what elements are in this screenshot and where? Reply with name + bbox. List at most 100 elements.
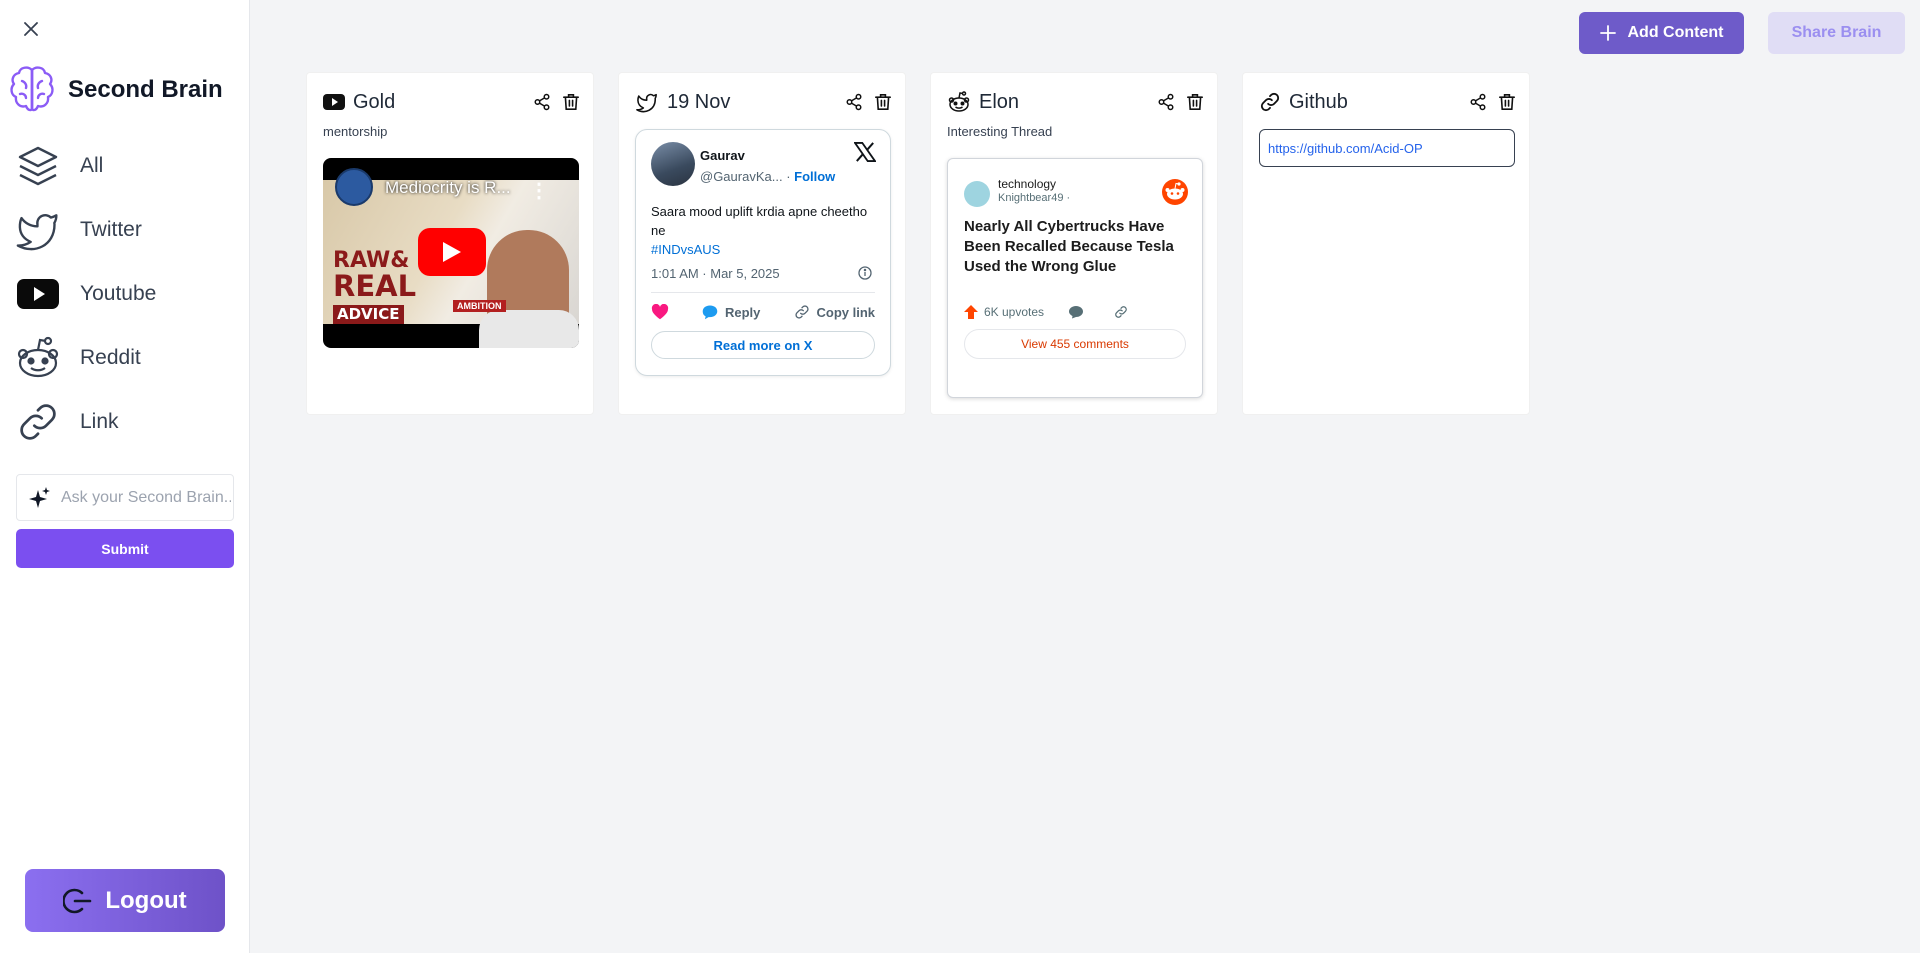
more-options-icon[interactable]: ⋮ xyxy=(529,178,549,203)
sidebar-item-twitter[interactable]: Twitter xyxy=(14,198,234,262)
card-actions xyxy=(1157,93,1203,111)
view-comments-button[interactable]: View 455 comments xyxy=(964,329,1186,359)
avatar[interactable] xyxy=(651,142,695,186)
link-icon xyxy=(14,398,62,446)
card-header: Elon xyxy=(947,87,1203,117)
sidebar-item-label: All xyxy=(80,154,104,177)
read-more-button[interactable]: Read more on X xyxy=(651,331,875,359)
post-stats: 6K upvotes xyxy=(964,305,1128,319)
reply-button[interactable]: Reply xyxy=(701,304,760,320)
share-icon[interactable] xyxy=(845,93,863,111)
heart-icon xyxy=(651,304,669,320)
content-card-youtube: Gold mentorship RAW& REAL ADVICE AMBITIO… xyxy=(306,72,594,415)
hashtag-link[interactable]: #INDvsAUS xyxy=(651,242,720,257)
ask-brain-input[interactable] xyxy=(61,488,231,507)
link-icon[interactable] xyxy=(1114,305,1128,319)
twitter-icon xyxy=(636,93,657,113)
reply-icon xyxy=(702,305,718,320)
sidebar-item-reddit[interactable]: Reddit xyxy=(14,326,234,390)
like-button[interactable] xyxy=(651,304,669,320)
follow-link[interactable]: Follow xyxy=(794,169,835,184)
card-subtitle: mentorship xyxy=(323,124,388,139)
upvote-icon xyxy=(964,305,978,319)
reddit-embed: technology Knightbear49 · Nearly All Cyb… xyxy=(947,158,1203,398)
add-content-label: Add Content xyxy=(1627,24,1724,41)
card-title: Gold xyxy=(353,90,396,113)
card-actions xyxy=(1469,93,1515,111)
x-logo-icon[interactable] xyxy=(853,142,877,167)
brand: Second Brain xyxy=(8,64,223,116)
content-card-reddit: Elon Interesting Thread technology Knigh… xyxy=(930,72,1218,415)
card-actions xyxy=(845,93,891,111)
close-icon xyxy=(24,22,38,36)
trash-icon[interactable] xyxy=(875,93,891,111)
card-title: Elon xyxy=(979,90,1020,113)
submit-button[interactable]: Submit xyxy=(16,529,234,568)
close-sidebar-button[interactable] xyxy=(20,18,42,40)
tweet-actions: Reply Copy link xyxy=(651,304,875,320)
comment-icon[interactable] xyxy=(1068,305,1084,319)
card-actions xyxy=(533,93,579,111)
sidebar-item-youtube[interactable]: Youtube xyxy=(14,262,234,326)
link-url[interactable]: https://github.com/Acid-OP xyxy=(1259,129,1515,167)
sidebar-item-label: Twitter xyxy=(80,218,142,241)
tweet-author-name[interactable]: Gaurav xyxy=(700,148,745,163)
brain-icon xyxy=(10,66,54,112)
add-content-button[interactable]: Add Content xyxy=(1579,12,1744,54)
play-button[interactable] xyxy=(418,228,486,276)
card-header: Github xyxy=(1259,87,1515,117)
subreddit-avatar[interactable] xyxy=(964,181,990,207)
post-author[interactable]: Knightbear49 · xyxy=(998,192,1070,204)
trash-icon[interactable] xyxy=(563,93,579,111)
sidebar-item-label: Youtube xyxy=(80,282,157,305)
card-header: 19 Nov xyxy=(635,87,891,117)
card-title: 19 Nov xyxy=(667,90,731,113)
play-icon xyxy=(443,242,461,262)
content-card-link: Github https://github.com/Acid-OP xyxy=(1242,72,1530,415)
share-icon[interactable] xyxy=(1157,93,1175,111)
ask-brain-field xyxy=(16,474,234,521)
youtube-icon xyxy=(323,94,345,110)
card-title: Github xyxy=(1289,90,1348,113)
logout-button[interactable]: Logout xyxy=(25,869,225,932)
card-subtitle: Interesting Thread xyxy=(947,124,1053,139)
upvote-count: 6K upvotes xyxy=(984,305,1045,319)
tweet-timestamp[interactable]: 1:01 AM · Mar 5, 2025 xyxy=(651,266,780,281)
sidebar-item-link[interactable]: Link xyxy=(14,390,234,454)
video-title[interactable]: Mediocrity is R... xyxy=(385,178,511,198)
trash-icon[interactable] xyxy=(1187,93,1203,111)
link-icon xyxy=(1260,92,1280,112)
card-header: Gold xyxy=(323,87,579,117)
share-brain-button[interactable]: Share Brain xyxy=(1768,12,1905,54)
sidebar-item-label: Link xyxy=(80,410,119,433)
tweet-author-handle: @GauravKa... · Follow xyxy=(700,169,836,184)
plus-icon xyxy=(1599,25,1616,41)
channel-avatar[interactable] xyxy=(335,168,373,206)
logout-icon xyxy=(63,888,92,913)
link-icon xyxy=(795,305,810,319)
twitter-icon xyxy=(14,206,62,254)
reddit-icon xyxy=(948,91,970,112)
copy-link-button[interactable]: Copy link xyxy=(794,304,875,320)
sidebar-item-all[interactable]: All xyxy=(14,134,234,198)
reddit-icon xyxy=(14,334,62,382)
youtube-embed[interactable]: RAW& REAL ADVICE AMBITION Mediocrity is … xyxy=(323,158,579,348)
share-icon[interactable] xyxy=(533,93,551,111)
logout-label: Logout xyxy=(105,886,187,914)
share-icon[interactable] xyxy=(1469,93,1487,111)
thumbnail-badge: AMBITION xyxy=(453,300,506,312)
tweet-text: Saara mood uplift krdia apne cheetho ne … xyxy=(651,204,868,257)
reddit-logo-icon[interactable] xyxy=(1162,179,1188,210)
brand-title: Second Brain xyxy=(68,76,223,103)
content-card-twitter: 19 Nov Gaurav @GauravKa... · Follow Saar… xyxy=(618,72,906,415)
thumbnail-text: RAW& REAL ADVICE xyxy=(333,248,417,324)
post-title[interactable]: Nearly All Cybertrucks Have Been Recalle… xyxy=(964,217,1192,277)
sidebar-item-label: Reddit xyxy=(80,346,141,369)
divider xyxy=(651,292,875,293)
youtube-icon xyxy=(14,270,62,318)
info-icon[interactable] xyxy=(858,266,872,285)
sidebar: Second Brain All Twitter Youtube Reddit xyxy=(0,0,250,953)
subreddit-name[interactable]: technology xyxy=(998,177,1056,191)
sparkles-icon xyxy=(29,486,50,508)
trash-icon[interactable] xyxy=(1499,93,1515,111)
